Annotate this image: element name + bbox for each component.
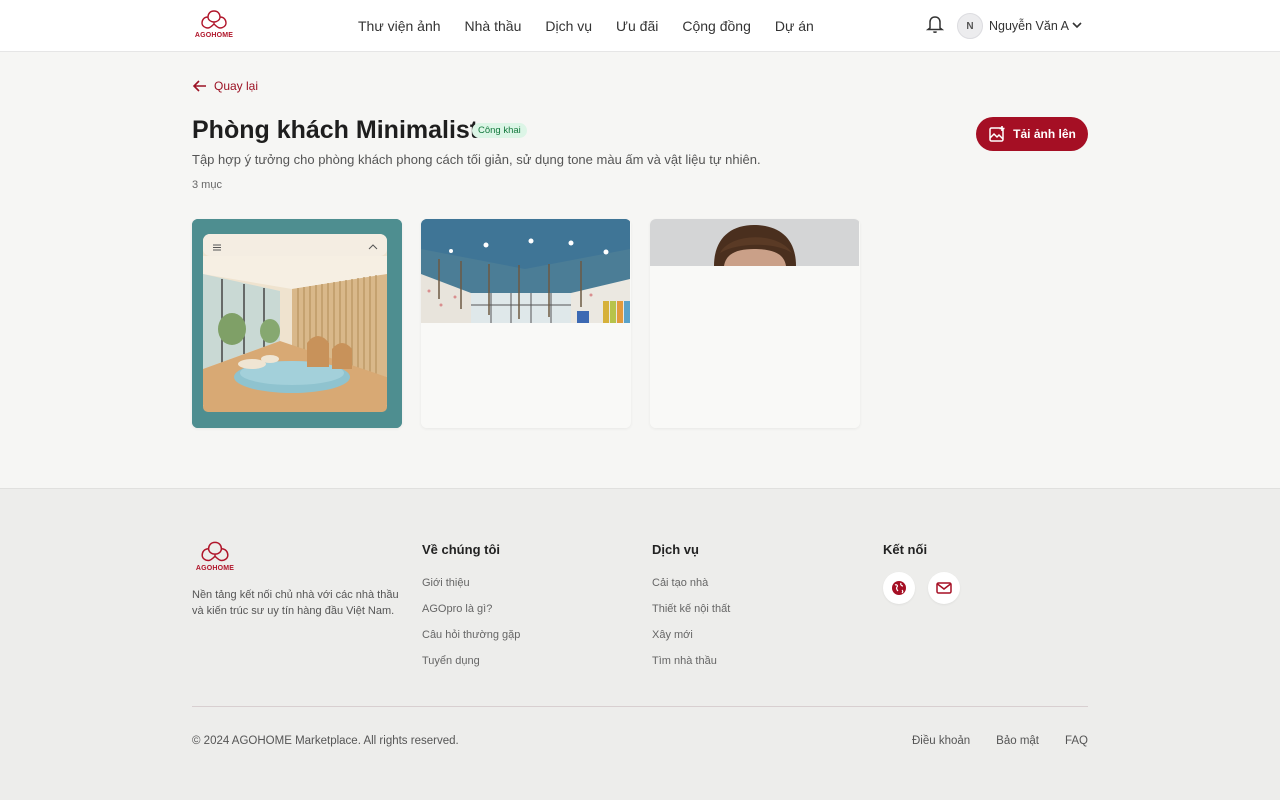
logo-text: AGOHOME [194,32,234,39]
terms-link[interactable]: Điều khoản [912,735,970,747]
privacy-link[interactable]: Bảo mật [996,735,1039,747]
image-plus-icon [989,126,1005,142]
footer-link[interactable]: Giới thiệu [422,575,520,601]
avatar[interactable]: N [957,13,983,39]
footer-bottom-links: Điều khoản Bảo mật FAQ [912,735,1088,747]
top-header: AGOHOME Thư viện ảnh Nhà thầu Dịch vụ Ưu… [0,0,1280,52]
user-name[interactable]: Nguyễn Văn A [989,19,1069,33]
collection-description: Tập hợp ý tưởng cho phòng khách phong cá… [192,152,761,167]
footer-divider [192,706,1088,707]
nav-item-community[interactable]: Cộng đồng [670,18,763,34]
footer-column-connect: Kết nối [883,542,927,575]
upload-photo-button[interactable]: Tải ảnh lên [976,117,1088,151]
nav-item-services[interactable]: Dịch vụ [533,18,604,34]
gallery-item-3[interactable] [650,219,860,428]
footer-logo-text: AGOHOME [195,565,235,572]
back-label: Quay lại [214,79,259,93]
mail-icon [936,582,952,594]
visibility-badge: Công khai [472,123,527,138]
room-photo [421,219,630,428]
gallery-item-2[interactable] [421,219,631,428]
footer-link[interactable]: Câu hỏi thường gặp [422,627,520,653]
logo-mark-icon [201,10,227,29]
back-link[interactable]: Quay lại [192,79,258,93]
footer-link[interactable]: Thiết kế nội thất [652,601,730,627]
room-photo [192,219,402,428]
footer-link[interactable]: Cải tạo nhà [652,575,730,601]
nav-item-deals[interactable]: Ưu đãi [604,18,670,34]
brand-logo[interactable]: AGOHOME [192,9,236,43]
gallery-item-1[interactable] [192,219,402,428]
portrait-photo [650,219,859,428]
item-count: 3 mục [192,179,222,191]
footer-link[interactable]: Xây mới [652,627,730,653]
footer-column-about: Về chúng tôi Giới thiệu AGOpro là gì? Câ… [422,542,520,679]
website-button[interactable] [883,572,915,604]
upload-label: Tải ảnh lên [1013,127,1076,141]
footer-heading: Dịch vụ [652,542,699,557]
footer-link[interactable]: Tuyển dụng [422,653,520,679]
nav-item-gallery[interactable]: Thư viện ảnh [346,18,453,34]
chevron-down-icon[interactable] [1071,19,1083,31]
main-nav: Thư viện ảnh Nhà thầu Dịch vụ Ưu đãi Cộn… [346,0,826,52]
arrow-left-icon [192,80,206,92]
footer-tagline: Nền tảng kết nối chủ nhà với các nhà thầ… [192,589,399,617]
logo-mark-icon [201,541,229,562]
faq-link[interactable]: FAQ [1065,735,1088,747]
site-footer: AGOHOME Nền tảng kết nối chủ nhà với các… [0,488,1280,800]
footer-link[interactable]: Tìm nhà thầu [652,653,730,679]
bell-icon[interactable] [926,14,944,34]
nav-item-projects[interactable]: Dự án [763,18,826,34]
copyright: © 2024 AGOHOME Marketplace. All rights r… [192,735,459,747]
nav-item-contractors[interactable]: Nhà thầu [453,18,534,34]
footer-logo[interactable]: AGOHOME [192,540,238,572]
globe-icon [892,581,906,595]
page-title: Phòng khách Minimalist [192,116,479,144]
footer-link[interactable]: AGOpro là gì? [422,601,520,627]
footer-heading: Kết nối [883,542,928,557]
email-button[interactable] [928,572,960,604]
footer-heading: Về chúng tôi [422,542,500,557]
footer-column-services: Dịch vụ Cải tạo nhà Thiết kế nội thất Xâ… [652,542,730,679]
